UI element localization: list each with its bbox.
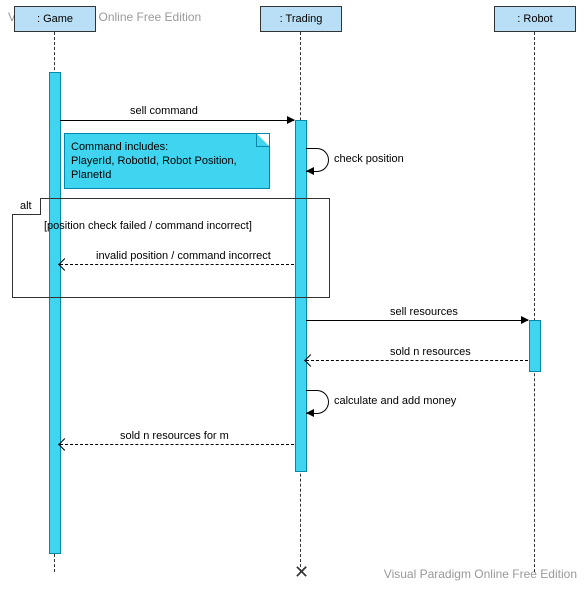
alt-guard: [position check failed / command incorre…	[44, 220, 252, 232]
arrow-icon	[521, 316, 529, 324]
msg-sell-resources	[306, 320, 528, 321]
terminate-icon: ✕	[294, 562, 309, 583]
arrow-icon	[306, 409, 314, 417]
label-check-position: check position	[334, 153, 404, 165]
participant-robot: : Robot	[494, 6, 576, 32]
lifeline-robot	[534, 32, 535, 572]
participant-trading: : Trading	[260, 6, 342, 32]
label-sold-for-m: sold n resources for m	[120, 430, 229, 442]
activation-robot	[529, 320, 541, 372]
activation-game	[49, 72, 61, 554]
note-command: Command includes: PlayerId, RobotId, Rob…	[64, 133, 270, 189]
label-calc-money: calculate and add money	[334, 395, 456, 407]
msg-sold-n	[306, 360, 528, 361]
msg-sell-command	[60, 120, 294, 121]
label-sold-n: sold n resources	[390, 346, 471, 358]
label-sell-command: sell command	[130, 105, 198, 117]
arrow-icon	[306, 167, 314, 175]
arrow-icon	[287, 116, 295, 124]
note-line2: PlayerId, RobotId, Robot Position,	[71, 155, 237, 167]
note-line1: Command includes:	[71, 141, 168, 153]
alt-fragment: alt	[12, 198, 330, 298]
note-line3: PlanetId	[71, 169, 111, 181]
label-sell-resources: sell resources	[390, 306, 458, 318]
alt-tag: alt	[12, 198, 41, 215]
msg-invalid	[60, 264, 294, 265]
label-invalid: invalid position / command incorrect	[96, 250, 271, 262]
msg-sold-for-m	[60, 444, 294, 445]
participant-game: : Game	[14, 6, 96, 32]
sequence-diagram: Visual Paradigm Online Free Edition Visu…	[0, 0, 587, 589]
watermark-bottom: Visual Paradigm Online Free Edition	[384, 567, 577, 581]
